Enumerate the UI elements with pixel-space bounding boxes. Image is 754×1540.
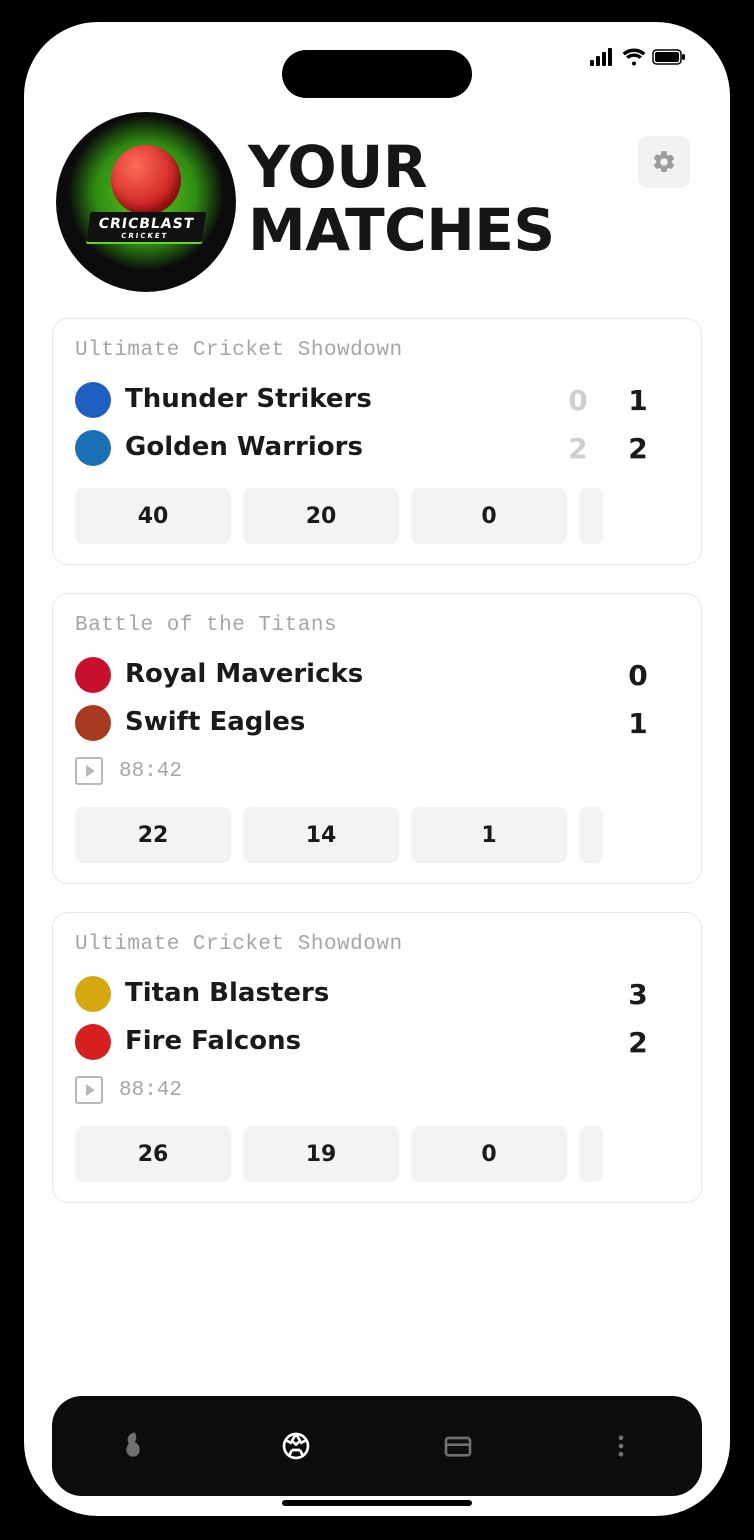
stat-chip-peek[interactable] (579, 488, 603, 544)
team-score: 0 (615, 659, 661, 692)
team-name: Titan Blasters (125, 979, 601, 1009)
football-icon (280, 1430, 312, 1462)
settings-button[interactable] (638, 136, 690, 188)
gear-icon (651, 149, 677, 175)
home-indicator (282, 1500, 472, 1506)
match-time: 88:42 (119, 760, 182, 783)
match-time: 88:42 (119, 1079, 182, 1102)
team-row: Golden Warriors 22 (75, 424, 661, 472)
wifi-icon (622, 48, 646, 66)
team-badge-icon (75, 382, 111, 418)
nav-item-fire[interactable] (109, 1422, 157, 1470)
team-score: 1 (615, 707, 661, 740)
physical-button (0, 340, 4, 440)
stat-chip[interactable]: 0 (411, 488, 567, 544)
team-badge-icon (75, 1024, 111, 1060)
play-icon[interactable] (75, 757, 103, 785)
page-title: YOUR MATCHES (248, 112, 626, 261)
physical-button (0, 468, 4, 568)
stat-chip[interactable]: 26 (75, 1126, 231, 1182)
team-row: Royal Mavericks 0 (75, 651, 661, 699)
header: CRICBLASTCRICKET YOUR MATCHES (24, 92, 730, 302)
stat-chip-peek[interactable] (579, 1126, 603, 1182)
match-card[interactable]: Ultimate Cricket Showdown Titan Blasters 3… (52, 912, 702, 1203)
dynamic-island (282, 50, 472, 98)
tournament-name: Ultimate Cricket Showdown (75, 933, 701, 956)
team-name: Thunder Strikers (125, 385, 541, 415)
chip-row[interactable]: 22141 (75, 807, 701, 863)
stat-chip[interactable]: 19 (243, 1126, 399, 1182)
cellular-signal-icon (590, 48, 616, 66)
tournament-name: Battle of the Titans (75, 614, 701, 637)
app-logo: CRICBLASTCRICKET (56, 112, 236, 292)
stat-chip[interactable]: 20 (243, 488, 399, 544)
match-time-row: 88:42 (75, 1066, 701, 1110)
team-score: 2 (615, 432, 661, 465)
card-icon (442, 1430, 474, 1462)
stat-chip[interactable]: 22 (75, 807, 231, 863)
team-score-previous: 0 (555, 384, 601, 417)
team-score: 2 (615, 1026, 661, 1059)
chip-row[interactable]: 40200 (75, 488, 701, 544)
stat-chip[interactable]: 40 (75, 488, 231, 544)
stat-chip[interactable]: 1 (411, 807, 567, 863)
team-row: Swift Eagles 1 (75, 699, 661, 747)
stat-chip[interactable]: 14 (243, 807, 399, 863)
team-badge-icon (75, 705, 111, 741)
team-row: Thunder Strikers 01 (75, 376, 661, 424)
chip-row[interactable]: 26190 (75, 1126, 701, 1182)
fire-icon (117, 1430, 149, 1462)
phone-frame: CRICBLASTCRICKET YOUR MATCHES Ultimate C… (0, 0, 754, 1540)
team-row: Titan Blasters 3 (75, 970, 661, 1018)
match-time-row: 88:42 (75, 747, 701, 791)
more-vertical-icon (607, 1432, 635, 1460)
screen: CRICBLASTCRICKET YOUR MATCHES Ultimate C… (24, 22, 730, 1516)
match-card[interactable]: Battle of the Titans Royal Mavericks 0 Swif… (52, 593, 702, 884)
nav-item-ball[interactable] (272, 1422, 320, 1470)
team-score: 1 (615, 384, 661, 417)
team-name: Swift Eagles (125, 708, 601, 738)
team-badge-icon (75, 657, 111, 693)
nav-item-more[interactable] (597, 1422, 645, 1470)
stat-chip-peek[interactable] (579, 807, 603, 863)
team-name: Fire Falcons (125, 1027, 601, 1057)
match-list[interactable]: Ultimate Cricket Showdown Thunder Striker… (24, 302, 730, 1516)
team-name: Golden Warriors (125, 433, 541, 463)
team-badge-icon (75, 976, 111, 1012)
team-score: 3 (615, 978, 661, 1011)
tournament-name: Ultimate Cricket Showdown (75, 339, 701, 362)
nav-item-card[interactable] (434, 1422, 482, 1470)
stat-chip[interactable]: 0 (411, 1126, 567, 1182)
physical-button (750, 380, 754, 530)
team-score-previous: 2 (555, 432, 601, 465)
team-badge-icon (75, 430, 111, 466)
play-icon[interactable] (75, 1076, 103, 1104)
team-name: Royal Mavericks (125, 660, 601, 690)
match-card[interactable]: Ultimate Cricket Showdown Thunder Striker… (52, 318, 702, 565)
team-row: Fire Falcons 2 (75, 1018, 661, 1066)
physical-button (0, 240, 4, 290)
battery-icon (652, 49, 686, 65)
bottom-nav (52, 1396, 702, 1496)
